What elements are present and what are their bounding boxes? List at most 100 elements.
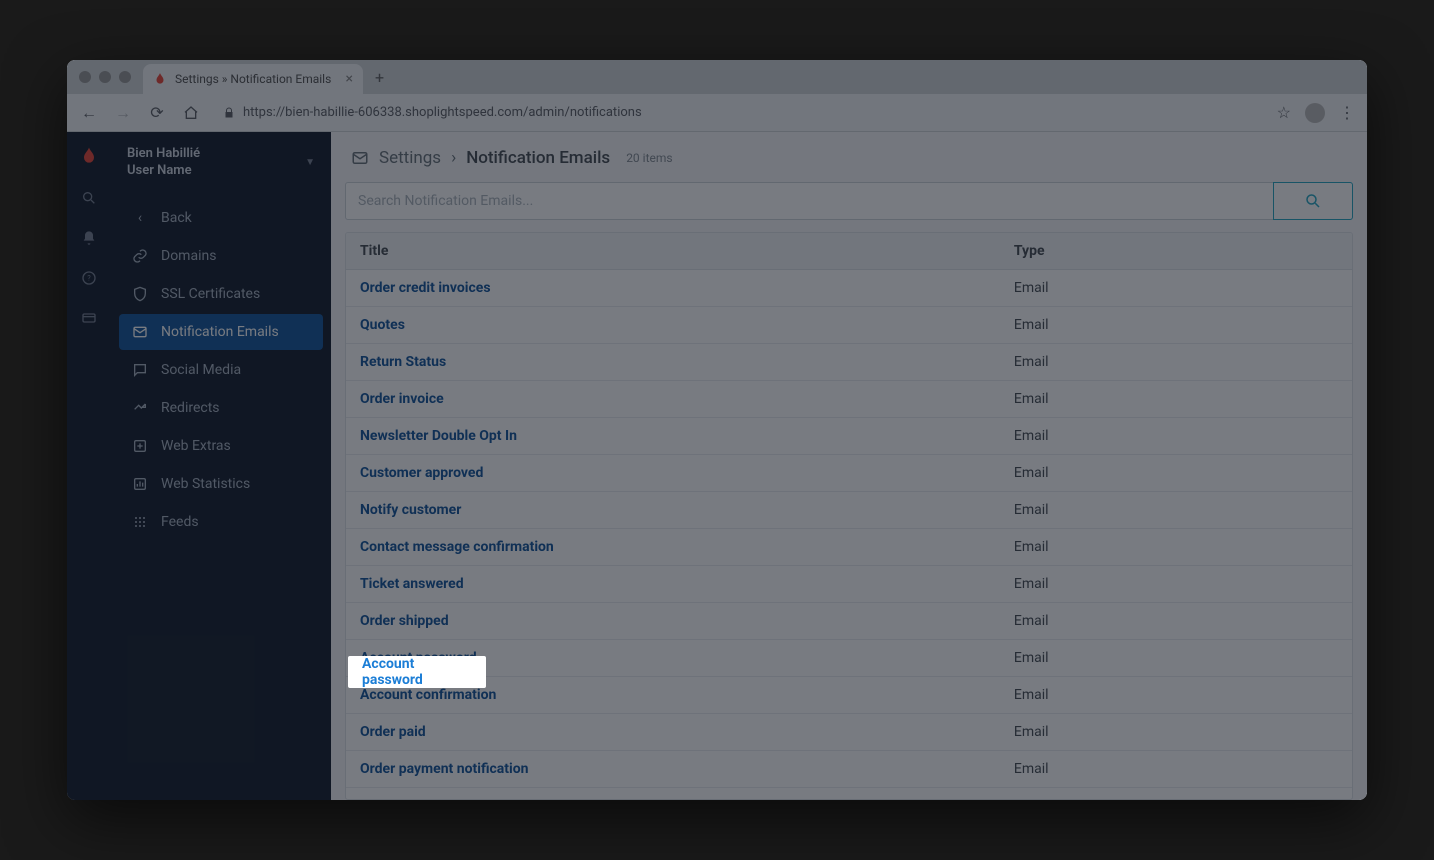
main-content: Settings › Notification Emails 20 items … xyxy=(331,132,1367,800)
logo-flame-icon[interactable] xyxy=(79,146,99,166)
sidebar-item-notification-emails[interactable]: Notification Emails xyxy=(119,314,323,350)
crumb-root[interactable]: Settings xyxy=(379,148,441,168)
sidebar-item-label: Social Media xyxy=(161,362,241,378)
table-row[interactable]: Order credit invoices Email xyxy=(346,270,1352,307)
user-name: User Name xyxy=(127,163,200,180)
notification-title-link[interactable]: Ticket answered xyxy=(360,576,464,592)
address-bar[interactable]: https://bien-habillie-606338.shoplightsp… xyxy=(215,105,1263,120)
close-window-button[interactable] xyxy=(79,71,91,83)
reload-icon[interactable]: ⟳ xyxy=(147,103,167,122)
new-tab-button[interactable]: + xyxy=(363,68,396,87)
sidebar-item-redirects[interactable]: Redirects xyxy=(119,390,323,426)
table-row[interactable]: Return StatusEmail xyxy=(346,344,1352,381)
shield-icon xyxy=(131,286,149,302)
sidebar-item-label: Feeds xyxy=(161,514,199,530)
sidebar-item-label: Notification Emails xyxy=(161,324,279,340)
notification-title-link[interactable]: Notify customer xyxy=(360,502,461,518)
notification-title-link[interactable]: Account password xyxy=(360,650,477,666)
notification-title-link[interactable]: Quotes xyxy=(360,317,405,333)
sidebar-item-social[interactable]: Social Media xyxy=(119,352,323,388)
notification-type: Email xyxy=(1000,566,1352,603)
table-row[interactable]: QuotesEmail xyxy=(346,307,1352,344)
plus-box-icon xyxy=(131,438,149,454)
notification-title-link[interactable]: Customer approved xyxy=(360,465,483,481)
notification-title-link[interactable]: Order shipped xyxy=(360,613,449,629)
notification-title-link[interactable]: Newsletter Double Opt In xyxy=(360,428,517,444)
sidebar-item-domains[interactable]: Domains xyxy=(119,238,323,274)
notification-title-link[interactable]: Order payment notification xyxy=(360,761,528,777)
notification-title-link[interactable]: Return Status xyxy=(360,354,446,370)
column-header-title[interactable]: Title xyxy=(346,233,1000,270)
home-icon[interactable] xyxy=(181,105,201,121)
browser-tab[interactable]: Settings » Notification Emails × xyxy=(143,64,363,94)
maximize-window-button[interactable] xyxy=(119,71,131,83)
envelope-icon xyxy=(131,324,149,340)
sidebar: Bien Habillié User Name ▼ ‹ Back Domains… xyxy=(111,132,331,800)
notification-type: Email xyxy=(1000,529,1352,566)
envelope-icon xyxy=(351,149,369,167)
left-rail: ? xyxy=(67,132,111,800)
table-row[interactable]: Account passwordEmail xyxy=(346,640,1352,677)
chevron-down-icon: ▼ xyxy=(305,157,315,168)
sidebar-back[interactable]: ‹ Back xyxy=(119,200,323,236)
lock-icon xyxy=(223,107,235,119)
sidebar-item-label: SSL Certificates xyxy=(161,286,260,302)
page-title: Notification Emails xyxy=(466,148,610,168)
close-tab-icon[interactable]: × xyxy=(346,71,353,87)
table-row[interactable]: Customer approvedEmail xyxy=(346,455,1352,492)
table-row[interactable]: Order invoice Email xyxy=(346,381,1352,418)
card-icon[interactable] xyxy=(81,310,97,326)
notification-type: Email xyxy=(1000,270,1352,307)
back-icon[interactable]: ← xyxy=(79,103,99,123)
profile-icon[interactable] xyxy=(1305,103,1325,123)
sidebar-item-label: Domains xyxy=(161,248,216,264)
sidebar-back-label: Back xyxy=(161,210,192,226)
sidebar-item-label: Web Extras xyxy=(161,438,231,454)
table-row[interactable]: Order shipped Email xyxy=(346,603,1352,640)
search-button[interactable] xyxy=(1273,182,1353,220)
search-icon xyxy=(1304,192,1322,210)
notification-type: Email xyxy=(1000,381,1352,418)
column-header-type[interactable]: Type xyxy=(1000,233,1352,270)
account-switcher[interactable]: Bien Habillié User Name ▼ xyxy=(111,132,331,194)
help-icon[interactable]: ? xyxy=(81,270,97,286)
chart-icon xyxy=(131,476,149,492)
notification-emails-table: Title Type Order credit invoicesEmailQuo… xyxy=(345,232,1353,800)
crumb-separator: › xyxy=(451,148,456,168)
flame-icon xyxy=(153,72,167,86)
menu-icon[interactable]: ⋮ xyxy=(1339,103,1355,122)
sidebar-item-ssl[interactable]: SSL Certificates xyxy=(119,276,323,312)
notification-title-link[interactable]: Order credit invoices xyxy=(360,280,491,296)
table-row[interactable]: Newsletter Double Opt In Email xyxy=(346,418,1352,455)
link-icon xyxy=(131,248,149,264)
search-icon[interactable] xyxy=(81,190,97,206)
table-row[interactable]: Account confirmation Email xyxy=(346,677,1352,714)
notification-title-link[interactable]: Contact message confirmation xyxy=(360,539,554,555)
notification-type: Email xyxy=(1000,714,1352,751)
app-body: ? Bien Habillié User Name ▼ ‹ Back xyxy=(67,132,1367,800)
table-row[interactable]: Contact message confirmation Email xyxy=(346,529,1352,566)
item-count: 20 items xyxy=(626,151,672,165)
star-icon[interactable]: ☆ xyxy=(1277,103,1291,122)
table-row[interactable]: Order payment notificationEmail xyxy=(346,751,1352,788)
notification-title-link[interactable]: Account confirmation xyxy=(360,687,496,703)
notification-title-link[interactable]: Order paid xyxy=(360,724,426,740)
window-controls xyxy=(79,71,131,83)
notification-type: Email xyxy=(1000,492,1352,529)
bell-icon[interactable] xyxy=(81,230,97,246)
table-row[interactable]: Ticket answered Email xyxy=(346,566,1352,603)
sidebar-item-web-extras[interactable]: Web Extras xyxy=(119,428,323,464)
table-row[interactable]: Order paid Email xyxy=(346,714,1352,751)
notification-type: Email xyxy=(1000,677,1352,714)
notification-title-link[interactable]: Order invoice xyxy=(360,391,444,407)
sidebar-item-feeds[interactable]: Feeds xyxy=(119,504,323,540)
sidebar-item-label: Web Statistics xyxy=(161,476,250,492)
table-row[interactable]: Notify customer Email xyxy=(346,492,1352,529)
browser-toolbar: ← → ⟳ https://bien-habillie-606338.shopl… xyxy=(67,94,1367,132)
sidebar-item-web-statistics[interactable]: Web Statistics xyxy=(119,466,323,502)
notification-type: Email xyxy=(1000,418,1352,455)
minimize-window-button[interactable] xyxy=(99,71,111,83)
forward-icon[interactable]: → xyxy=(113,103,133,123)
notification-type: Email xyxy=(1000,603,1352,640)
search-input[interactable] xyxy=(345,182,1274,220)
